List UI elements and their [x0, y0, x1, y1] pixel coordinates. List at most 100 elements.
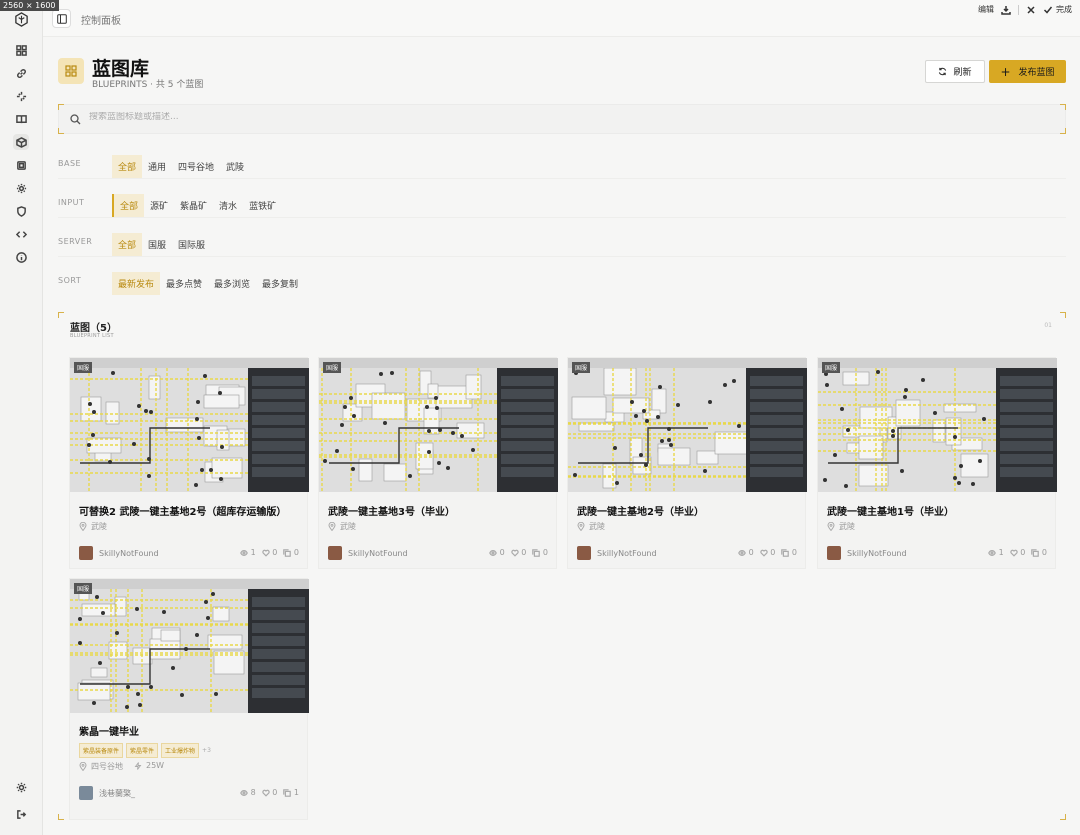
filter-option[interactable]: 紫晶矿: [174, 194, 213, 217]
copies-stat[interactable]: 0: [532, 548, 548, 557]
filter-row-base: BASE 全部 通用 四号谷地 武陵: [58, 151, 1066, 179]
blueprint-card[interactable]: 国服 武陵一键主基地1号（毕业） 武陵 SkillyNotFound 1 0 0: [817, 357, 1057, 569]
dashboard-icon[interactable]: [13, 42, 29, 58]
theme-toggle-icon[interactable]: [13, 779, 29, 795]
views-stat: 0: [738, 548, 754, 557]
location-label: 四号谷地: [91, 762, 123, 771]
copy-icon: [532, 548, 541, 557]
search-icon: [70, 114, 81, 125]
code-icon[interactable]: [13, 226, 29, 242]
sparkle-icon[interactable]: [13, 88, 29, 104]
likes-stat[interactable]: 0: [760, 548, 775, 557]
views-count: 0: [748, 548, 754, 557]
heart-icon: [1010, 549, 1018, 557]
blueprint-preview-image[interactable]: 国服: [70, 579, 309, 713]
copies-stat[interactable]: 0: [1031, 548, 1047, 557]
filter-option[interactable]: 武陵: [220, 155, 250, 178]
blueprint-card[interactable]: 国服 武陵一键主基地3号（毕业） 武陵 SkillyNotFound 0 0 0: [318, 357, 558, 569]
logout-icon[interactable]: [13, 806, 29, 822]
filter-option[interactable]: 全部: [112, 233, 143, 256]
book-icon[interactable]: [13, 111, 29, 127]
views-count: 8: [250, 788, 256, 797]
card-stats: 8 0 1: [240, 788, 299, 797]
refresh-button[interactable]: 刷新: [925, 60, 985, 83]
filter-option[interactable]: 四号谷地: [172, 155, 220, 178]
copies-stat[interactable]: 1: [283, 788, 299, 797]
blueprint-preview-image[interactable]: 国服: [568, 358, 807, 492]
blueprint-title[interactable]: 武陵一键主基地1号（毕业）: [827, 503, 954, 518]
server-tag: 国服: [74, 583, 93, 594]
author[interactable]: SkillyNotFound: [79, 546, 159, 560]
blueprint-card[interactable]: 国服 武陵一键主基地2号（毕业） 武陵 SkillyNotFound 0 0 0: [567, 357, 807, 569]
server-tag: 国服: [572, 362, 591, 373]
tag-chip[interactable]: 紫晶零件: [126, 743, 159, 758]
blueprint-layout-graphic: [70, 368, 248, 492]
blueprint-preview-image[interactable]: 国服: [70, 358, 309, 492]
filter-option[interactable]: 通用: [142, 155, 172, 178]
author[interactable]: SkillyNotFound: [328, 546, 408, 560]
chip-icon[interactable]: [13, 157, 29, 173]
author-name: SkillyNotFound: [99, 548, 159, 558]
filter-option[interactable]: 国际服: [172, 233, 211, 256]
filter-option[interactable]: 源矿: [144, 194, 174, 217]
toggle-sidebar-button[interactable]: [52, 9, 71, 28]
tag-chip[interactable]: 工业爆炸物: [161, 743, 200, 758]
author[interactable]: SkillyNotFound: [577, 546, 657, 560]
preview-top-strip: [319, 358, 558, 368]
card-stats: 0 0 0: [738, 548, 797, 557]
cube-icon[interactable]: [13, 134, 29, 150]
shield-icon[interactable]: [13, 203, 29, 219]
power-info: 25W: [134, 761, 164, 770]
filter-option[interactable]: 清水: [213, 194, 243, 217]
likes-stat[interactable]: 0: [511, 548, 526, 557]
card-stats: 1 0 0: [240, 548, 299, 557]
location-info: 武陵: [79, 521, 107, 532]
close-icon[interactable]: [1026, 5, 1036, 15]
blueprint-title[interactable]: 武陵一键主基地2号（毕业）: [577, 503, 704, 518]
blueprint-card[interactable]: 国服可替换2 武陵一键主基地2号（超库存运输版） 武陵 SkillyNotFound…: [69, 357, 309, 569]
sort-option[interactable]: 最多浏览: [208, 272, 256, 295]
link-icon[interactable]: [13, 65, 29, 81]
server-tag: 国服: [74, 362, 93, 373]
heart-icon: [760, 549, 768, 557]
app-logo-icon[interactable]: [14, 12, 29, 27]
copies-stat[interactable]: 0: [781, 548, 797, 557]
blueprint-preview-image[interactable]: 国服: [818, 358, 1057, 492]
author-name: SkillyNotFound: [597, 548, 657, 558]
filter-label: SORT: [58, 276, 82, 285]
likes-stat[interactable]: 0: [262, 788, 277, 797]
filter-option[interactable]: 全部: [112, 155, 143, 178]
done-button[interactable]: 完成: [1043, 4, 1072, 15]
filter-label: INPUT: [58, 198, 85, 207]
blueprint-title[interactable]: 可替换2 武陵一键主基地2号（超库存运输版）: [79, 503, 286, 518]
likes-stat[interactable]: 0: [1010, 548, 1025, 557]
blueprint-layout-graphic: [818, 368, 996, 492]
copies-stat[interactable]: 0: [283, 548, 299, 557]
preview-side-panel: [248, 368, 309, 492]
search-input[interactable]: [89, 112, 689, 122]
preview-side-panel: [248, 589, 309, 713]
edit-button[interactable]: 编辑: [978, 4, 994, 15]
filter-option[interactable]: 全部: [112, 194, 145, 217]
author[interactable]: SkillyNotFound: [827, 546, 907, 560]
filter-option[interactable]: 国服: [142, 233, 172, 256]
filter-option[interactable]: 蓝铁矿: [243, 194, 282, 217]
blueprint-card[interactable]: 国服 紫晶一键毕业 紫晶装备原件 紫晶零件 工业爆炸物 +3 25W 四号谷地 浅巷蘭檠_ 8 …: [69, 578, 309, 820]
server-tag: 国服: [822, 362, 841, 373]
blueprint-title[interactable]: 紫晶一键毕业: [79, 723, 139, 738]
publish-blueprint-button[interactable]: + 发布蓝图: [989, 60, 1066, 83]
blueprint-title[interactable]: 武陵一键主基地3号（毕业）: [328, 503, 455, 518]
likes-stat[interactable]: 0: [262, 548, 277, 557]
blueprint-preview-image[interactable]: 国服: [319, 358, 558, 492]
avatar: [79, 546, 93, 560]
info-icon[interactable]: [13, 249, 29, 265]
sort-option[interactable]: 最多复制: [256, 272, 304, 295]
preview-top-strip: [818, 358, 1057, 368]
tag-chip[interactable]: 紫晶装备原件: [79, 743, 124, 758]
sort-option[interactable]: 最新发布: [112, 272, 161, 295]
download-icon[interactable]: [1001, 5, 1011, 15]
author[interactable]: 浅巷蘭檠_: [79, 786, 135, 800]
capture-toolbar: 编辑 完成: [978, 4, 1072, 15]
settings-icon[interactable]: [13, 180, 29, 196]
sort-option[interactable]: 最多点赞: [160, 272, 208, 295]
